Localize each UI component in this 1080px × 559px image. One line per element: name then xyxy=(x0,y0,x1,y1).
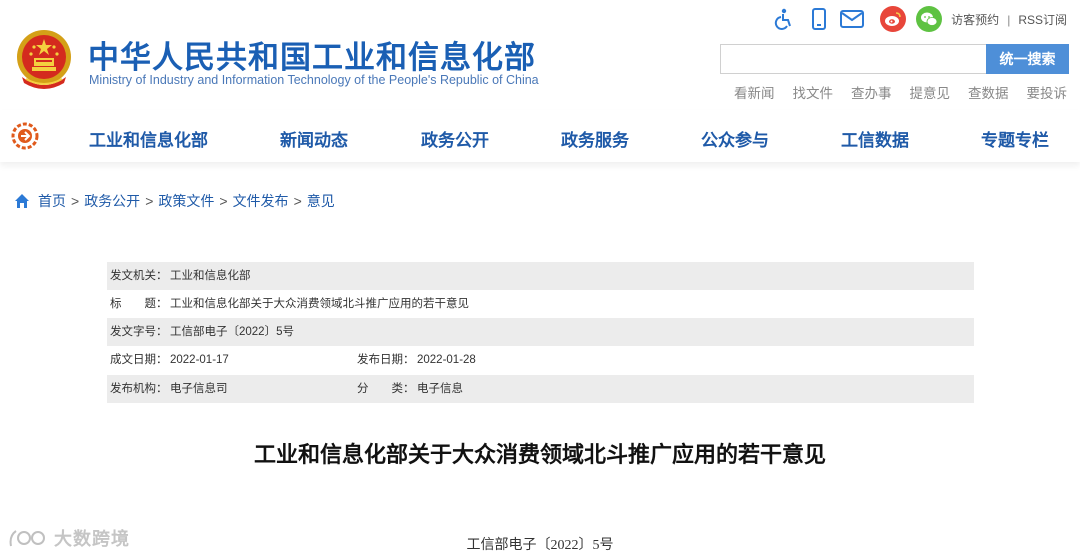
watermark-text: 大数跨境 xyxy=(54,529,130,549)
info-row-dates: 成文日期： 2022-01-17 发布日期： 2022-01-28 xyxy=(107,346,974,374)
quick-link-news[interactable]: 看新闻 xyxy=(734,86,775,101)
category-label: 分 类： xyxy=(357,383,415,395)
breadcrumb-home[interactable]: 首页 xyxy=(38,191,66,211)
breadcrumb-gov-affairs[interactable]: 政务公开 xyxy=(84,191,140,211)
nav-item-miit[interactable]: 工业和信息化部 xyxy=(89,126,208,151)
title-value: 工业和信息化部关于大众消费领域北斗推广应用的若干意见 xyxy=(170,298,469,310)
quick-link-files[interactable]: 找文件 xyxy=(793,86,834,101)
info-row-doc-number: 发文字号： 工信部电子〔2022〕5号 xyxy=(107,318,974,346)
org-value: 电子信息司 xyxy=(170,383,228,395)
site-subtitle: Ministry of Industry and Information Tec… xyxy=(89,73,539,87)
quick-links: 看新闻 找文件 查办事 提意见 查数据 要投诉 xyxy=(716,82,1067,102)
quick-link-services[interactable]: 查办事 xyxy=(851,86,892,101)
site-title: 中华人民共和国工业和信息化部 xyxy=(88,40,536,75)
written-date-value: 2022-01-17 xyxy=(170,354,229,366)
search-button[interactable]: 统一搜索 xyxy=(986,44,1069,74)
nav-item-news[interactable]: 新闻动态 xyxy=(280,126,348,151)
watermark-logo-icon xyxy=(9,530,45,547)
breadcrumb: 首页 > 政务公开 > 政策文件 > 文件发布 > 意见 xyxy=(14,191,335,211)
top-links-separator: | xyxy=(1007,13,1011,27)
home-icon xyxy=(15,194,29,208)
breadcrumb-separator: > xyxy=(71,193,80,209)
breadcrumb-file-release[interactable]: 文件发布 xyxy=(233,191,289,211)
nav-item-data[interactable]: 工信数据 xyxy=(841,126,909,151)
org-label: 发布机构： xyxy=(110,383,168,395)
breadcrumb-opinions[interactable]: 意见 xyxy=(307,191,335,211)
top-links: 访客预约 | RSS订阅 xyxy=(951,11,1067,28)
info-row-org: 发布机构： 电子信息司 分 类： 电子信息 xyxy=(107,375,974,403)
mail-icon[interactable] xyxy=(840,7,864,31)
breadcrumb-separator: > xyxy=(219,193,228,209)
document-number: 工信部电子〔2022〕5号 xyxy=(466,538,614,553)
doc-number-label: 发文字号： xyxy=(110,326,168,338)
visitor-appointment-link[interactable]: 访客预约 xyxy=(951,13,999,27)
search-input[interactable] xyxy=(720,44,986,74)
quick-link-complaint[interactable]: 要投诉 xyxy=(1027,86,1068,101)
issuer-value: 工业和信息化部 xyxy=(170,270,251,282)
published-date-value: 2022-01-28 xyxy=(417,354,476,366)
breadcrumb-separator: > xyxy=(145,193,154,209)
nav-item-gov-services[interactable]: 政务服务 xyxy=(561,126,629,151)
mobile-icon[interactable] xyxy=(807,7,831,31)
national-emblem-logo xyxy=(17,30,71,89)
doc-number-value: 工信部电子〔2022〕5号 xyxy=(170,326,294,338)
info-row-issuer: 发文机关： 工业和信息化部 xyxy=(107,262,974,290)
issuer-label: 发文机关： xyxy=(110,270,168,282)
category-value: 电子信息 xyxy=(417,383,463,395)
nav-item-topics[interactable]: 专题专栏 xyxy=(981,126,1049,151)
quick-link-data[interactable]: 查数据 xyxy=(968,86,1009,101)
document-title: 工业和信息化部关于大众消费领域北斗推广应用的若干意见 xyxy=(253,442,826,467)
written-date-label: 成文日期： xyxy=(110,354,168,366)
accessibility-icon[interactable] xyxy=(773,7,797,31)
nav-item-gov-affairs[interactable]: 政务公开 xyxy=(421,126,489,151)
nav-item-public-participation[interactable]: 公众参与 xyxy=(701,126,769,151)
watermark: 大数跨境 xyxy=(8,525,130,551)
rss-link[interactable]: RSS订阅 xyxy=(1018,13,1067,27)
info-row-title: 标 题： 工业和信息化部关于大众消费领域北斗推广应用的若干意见 xyxy=(107,290,974,318)
title-label: 标 题： xyxy=(110,298,168,310)
weibo-icon[interactable] xyxy=(880,6,906,32)
miit-logo-icon[interactable] xyxy=(11,122,39,150)
wechat-icon[interactable] xyxy=(916,6,942,32)
published-date-label: 发布日期： xyxy=(357,354,415,366)
breadcrumb-policy-files[interactable]: 政策文件 xyxy=(158,191,214,211)
quick-link-feedback[interactable]: 提意见 xyxy=(910,86,951,101)
breadcrumb-separator: > xyxy=(293,193,302,209)
